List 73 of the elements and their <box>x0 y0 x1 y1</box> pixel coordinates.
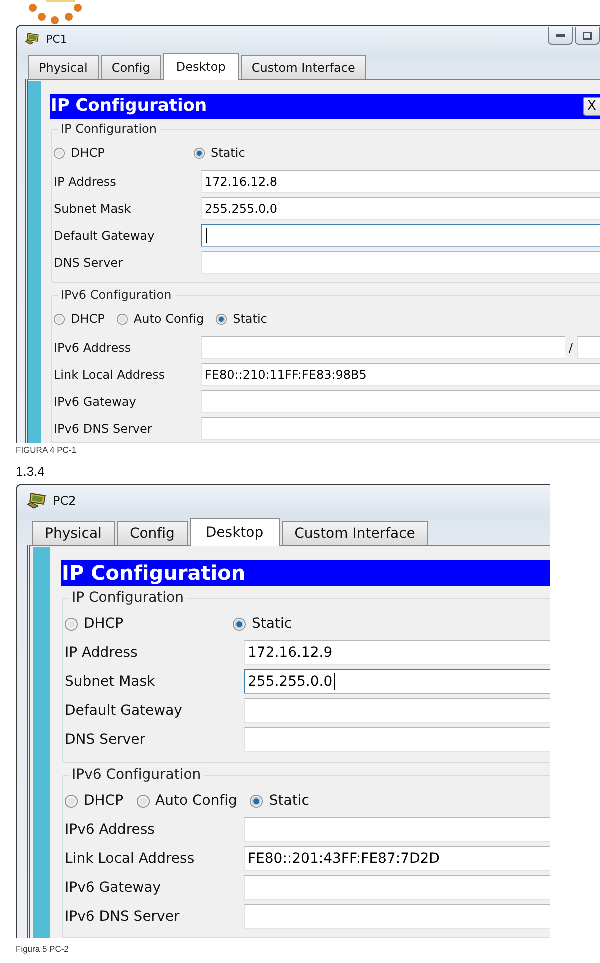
input-field[interactable]: FE80::210:11FF:FE83:98B5 <box>201 363 600 386</box>
radio-option[interactable]: Static <box>194 147 246 159</box>
field-label: IP Address <box>65 646 139 660</box>
field-label: IPv6 DNS Server <box>65 910 181 924</box>
window-title: PC2 <box>53 495 76 507</box>
tab[interactable]: Physical <box>28 55 99 79</box>
field-label: DNS Server <box>65 732 146 746</box>
maximize-button[interactable] <box>575 27 600 45</box>
field-label: Subnet Mask <box>65 674 156 688</box>
tab[interactable]: Config <box>100 55 162 79</box>
computer-icon <box>27 493 46 509</box>
field-label: Default Gateway <box>54 230 156 242</box>
computer-icon <box>25 33 39 45</box>
input-field[interactable] <box>244 904 550 929</box>
minimize-icon <box>556 34 565 37</box>
radio-option[interactable]: Static <box>250 794 310 808</box>
radio-option[interactable]: Auto Config <box>136 794 238 808</box>
field-label: Link Local Address <box>54 368 166 380</box>
logo-drawing <box>28 0 82 25</box>
input-field[interactable]: 172.16.12.8 <box>201 170 600 193</box>
maximize-icon <box>583 32 592 40</box>
input-field[interactable]: 172.16.12.9 <box>244 640 550 665</box>
radio-option[interactable]: DHCP <box>65 617 124 631</box>
input-field[interactable] <box>201 336 565 359</box>
input-field[interactable]: 255.255.0.0 <box>244 669 550 694</box>
field-label: IPv6 Gateway <box>54 396 138 408</box>
input-field[interactable]: 255.255.0.0 <box>201 197 600 220</box>
field-label: IPv6 DNS Server <box>54 422 154 434</box>
input-field[interactable] <box>201 224 600 247</box>
group-legend: IPv6 Configuration <box>58 288 175 302</box>
input-field[interactable] <box>244 875 550 900</box>
radio-option[interactable]: Static <box>216 313 268 325</box>
field-label: IP Address <box>54 176 118 188</box>
group-legend: IP Configuration <box>69 590 187 606</box>
radio-option[interactable]: Auto Config <box>116 313 204 325</box>
field-label: DNS Server <box>54 256 124 268</box>
field-label: Link Local Address <box>65 852 196 866</box>
dialog-title: IP Configuration <box>50 98 208 115</box>
group-legend: IPv6 Configuration <box>69 767 204 783</box>
tab[interactable]: Custom Interface <box>282 521 428 545</box>
field-label: IPv6 Address <box>54 342 132 354</box>
text-cursor-icon <box>206 228 207 243</box>
tab[interactable]: Desktop <box>163 53 239 80</box>
window-title: PC1 <box>46 34 68 44</box>
prefix-field[interactable] <box>577 336 600 359</box>
dialog-title: IP Configuration <box>61 563 246 583</box>
field-label: IPv6 Gateway <box>65 880 162 894</box>
field-label: Subnet Mask <box>54 202 132 214</box>
tab[interactable]: Desktop <box>190 518 280 546</box>
field-label: IPv6 Address <box>65 822 156 836</box>
input-field[interactable] <box>244 727 550 752</box>
input-field[interactable] <box>201 417 600 440</box>
figure-caption: FIGURA 4 PC-1 <box>16 445 76 456</box>
tab[interactable]: Config <box>116 521 188 545</box>
prefix-separator: / <box>568 342 574 354</box>
radio-option[interactable]: DHCP <box>54 147 105 159</box>
radio-option[interactable]: DHCP <box>54 313 105 325</box>
minimize-button[interactable] <box>548 27 573 45</box>
input-field[interactable] <box>201 251 600 274</box>
input-field[interactable] <box>201 390 600 413</box>
field-label: Default Gateway <box>65 704 184 718</box>
tab[interactable]: Custom Interface <box>240 55 366 79</box>
input-field[interactable] <box>244 698 550 723</box>
group-legend: IP Configuration <box>58 122 160 136</box>
text-cursor-icon <box>334 673 335 690</box>
radio-option[interactable]: DHCP <box>65 794 124 808</box>
figure-caption: Figura 5 PC-2 <box>16 944 69 955</box>
tab[interactable]: Physical <box>32 521 115 545</box>
input-field[interactable]: FE80::201:43FF:FE87:7D2D <box>244 846 550 871</box>
section-number: 1.3.4 <box>16 464 45 480</box>
input-field[interactable] <box>244 817 550 842</box>
close-button[interactable]: X <box>583 97 600 116</box>
radio-option[interactable]: Static <box>233 617 292 631</box>
